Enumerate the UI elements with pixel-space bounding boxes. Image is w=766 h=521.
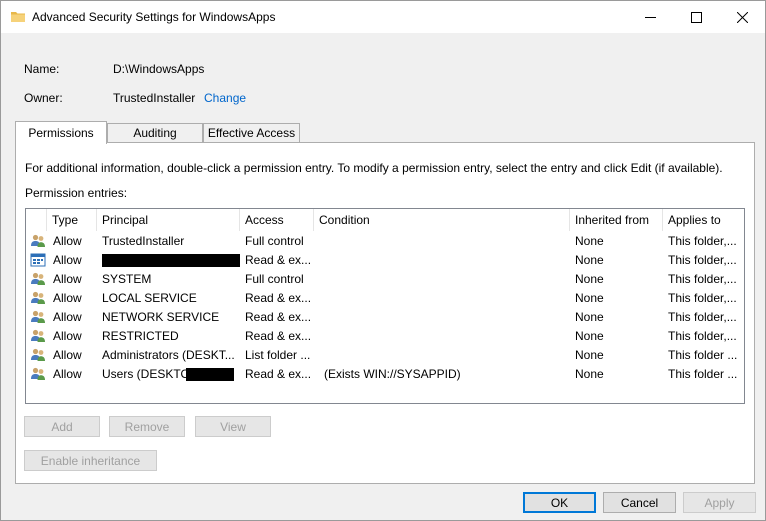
cell-condition: [324, 289, 568, 308]
users-icon: [30, 347, 46, 363]
advanced-security-settings-window: Advanced Security Settings for WindowsAp…: [0, 0, 766, 521]
cell-applies-to: This folder,...: [668, 253, 737, 267]
cell-applies-to: This folder,...: [668, 234, 737, 248]
cell-type: Allow: [53, 310, 82, 324]
enable-inheritance-button[interactable]: Enable inheritance: [24, 450, 157, 471]
redaction-bar: [102, 254, 240, 267]
cell-type: Allow: [53, 348, 82, 362]
cell-principal: LOCAL SERVICE: [102, 291, 197, 305]
table-row[interactable]: Allow LOCAL SERVICE Read & ex... None This f…: [26, 289, 744, 308]
cell-principal: RESTRICTED: [102, 329, 179, 343]
users-icon: [30, 309, 46, 325]
cell-applies-to: This folder ...: [668, 348, 738, 362]
header-type[interactable]: Type: [47, 209, 97, 231]
cell-condition: [324, 232, 568, 251]
cell-inherited-from: None: [575, 329, 604, 343]
cell-access: Read & ex...: [245, 253, 312, 267]
change-owner-link[interactable]: Change: [204, 91, 246, 105]
cell-access: Full control: [245, 272, 304, 286]
users-icon: [30, 290, 46, 306]
app-package-icon: [30, 252, 46, 268]
cell-condition: [324, 308, 568, 327]
title-bar[interactable]: Advanced Security Settings for WindowsAp…: [1, 1, 765, 33]
table-row[interactable]: Allow TrustedInstaller Full control None Thi…: [26, 232, 744, 251]
instructions-text: For additional information, double-click…: [25, 161, 723, 175]
table-row[interactable]: Allow Users (DESKTOP Read & ex... (Exists W…: [26, 365, 744, 384]
cell-access: Read & ex...: [245, 329, 312, 343]
view-button[interactable]: View: [195, 416, 271, 437]
cell-type: Allow: [53, 329, 82, 343]
close-icon: [736, 11, 748, 23]
name-label: Name:: [24, 62, 60, 76]
folder-icon: [10, 9, 26, 25]
window-title: Advanced Security Settings for WindowsAp…: [32, 10, 276, 24]
users-icon: [30, 233, 46, 249]
cell-applies-to: This folder ...: [668, 367, 738, 381]
cell-access: Read & ex...: [245, 367, 312, 381]
header-icon-column[interactable]: [26, 209, 47, 231]
owner-value: TrustedInstaller: [113, 91, 196, 105]
cell-condition: [324, 346, 568, 365]
cell-type: Allow: [53, 367, 82, 381]
cell-access: Read & ex...: [245, 310, 312, 324]
cell-principal: TrustedInstaller: [102, 234, 185, 248]
cell-applies-to: This folder,...: [668, 310, 737, 324]
maximize-icon: [690, 11, 702, 23]
maximize-button[interactable]: [673, 1, 719, 33]
header-inherited-from[interactable]: Inherited from: [570, 209, 663, 231]
cell-access: List folder ...: [245, 348, 311, 362]
cell-principal: SYSTEM: [102, 272, 152, 286]
cell-type: Allow: [53, 253, 82, 267]
cell-inherited-from: None: [575, 367, 604, 381]
cell-condition: [324, 251, 568, 270]
cell-applies-to: This folder,...: [668, 329, 737, 343]
table-row[interactable]: Allow NETWORK SERVICE Read & ex... None This…: [26, 308, 744, 327]
table-row[interactable]: Allow RESTRICTED Read & ex... None This fold…: [26, 327, 744, 346]
tab-effective-access[interactable]: Effective Access: [203, 123, 300, 142]
header-applies-to[interactable]: Applies to: [663, 209, 744, 231]
cell-principal: NETWORK SERVICE: [102, 310, 220, 324]
cell-condition: [324, 270, 568, 289]
owner-label: Owner:: [24, 91, 63, 105]
minimize-icon: [644, 16, 656, 18]
cell-inherited-from: None: [575, 310, 604, 324]
close-button[interactable]: [719, 1, 765, 33]
cell-inherited-from: None: [575, 253, 604, 267]
name-value: D:\WindowsApps: [113, 62, 205, 76]
ok-button[interactable]: OK: [523, 492, 596, 513]
permission-entries-list[interactable]: Type Principal Access Condition Inherite…: [25, 208, 745, 404]
table-row[interactable]: Allow Administrators (DESKT... List folder…: [26, 346, 744, 365]
header-condition[interactable]: Condition: [314, 209, 570, 231]
cell-type: Allow: [53, 234, 82, 248]
cell-principal: Administrators (DESKT...: [102, 348, 235, 362]
users-icon: [30, 328, 46, 344]
tab-auditing[interactable]: Auditing: [107, 123, 203, 142]
minimize-button[interactable]: [627, 1, 673, 33]
cell-inherited-from: None: [575, 234, 604, 248]
users-icon: [30, 366, 46, 382]
header-principal[interactable]: Principal: [97, 209, 240, 231]
cell-condition: (Exists WIN://SYSAPPID): [324, 367, 461, 381]
cell-condition: [324, 327, 568, 346]
cell-inherited-from: None: [575, 291, 604, 305]
remove-button[interactable]: Remove: [109, 416, 185, 437]
cell-access: Full control: [245, 234, 304, 248]
cell-applies-to: This folder,...: [668, 272, 737, 286]
apply-button[interactable]: Apply: [683, 492, 756, 513]
header-access[interactable]: Access: [240, 209, 314, 231]
cell-type: Allow: [53, 291, 82, 305]
users-icon: [30, 271, 46, 287]
tab-permissions[interactable]: Permissions: [15, 121, 107, 144]
cell-applies-to: This folder,...: [668, 291, 737, 305]
cancel-button[interactable]: Cancel: [603, 492, 676, 513]
table-row[interactable]: Allow Read & ex... None This folder,...: [26, 251, 744, 270]
permission-entries-label: Permission entries:: [25, 186, 128, 200]
table-row[interactable]: Allow SYSTEM Full control None This folder,.…: [26, 270, 744, 289]
cell-access: Read & ex...: [245, 291, 312, 305]
redaction-bar: [186, 368, 234, 381]
cell-type: Allow: [53, 272, 82, 286]
cell-inherited-from: None: [575, 272, 604, 286]
cell-inherited-from: None: [575, 348, 604, 362]
add-button[interactable]: Add: [24, 416, 100, 437]
